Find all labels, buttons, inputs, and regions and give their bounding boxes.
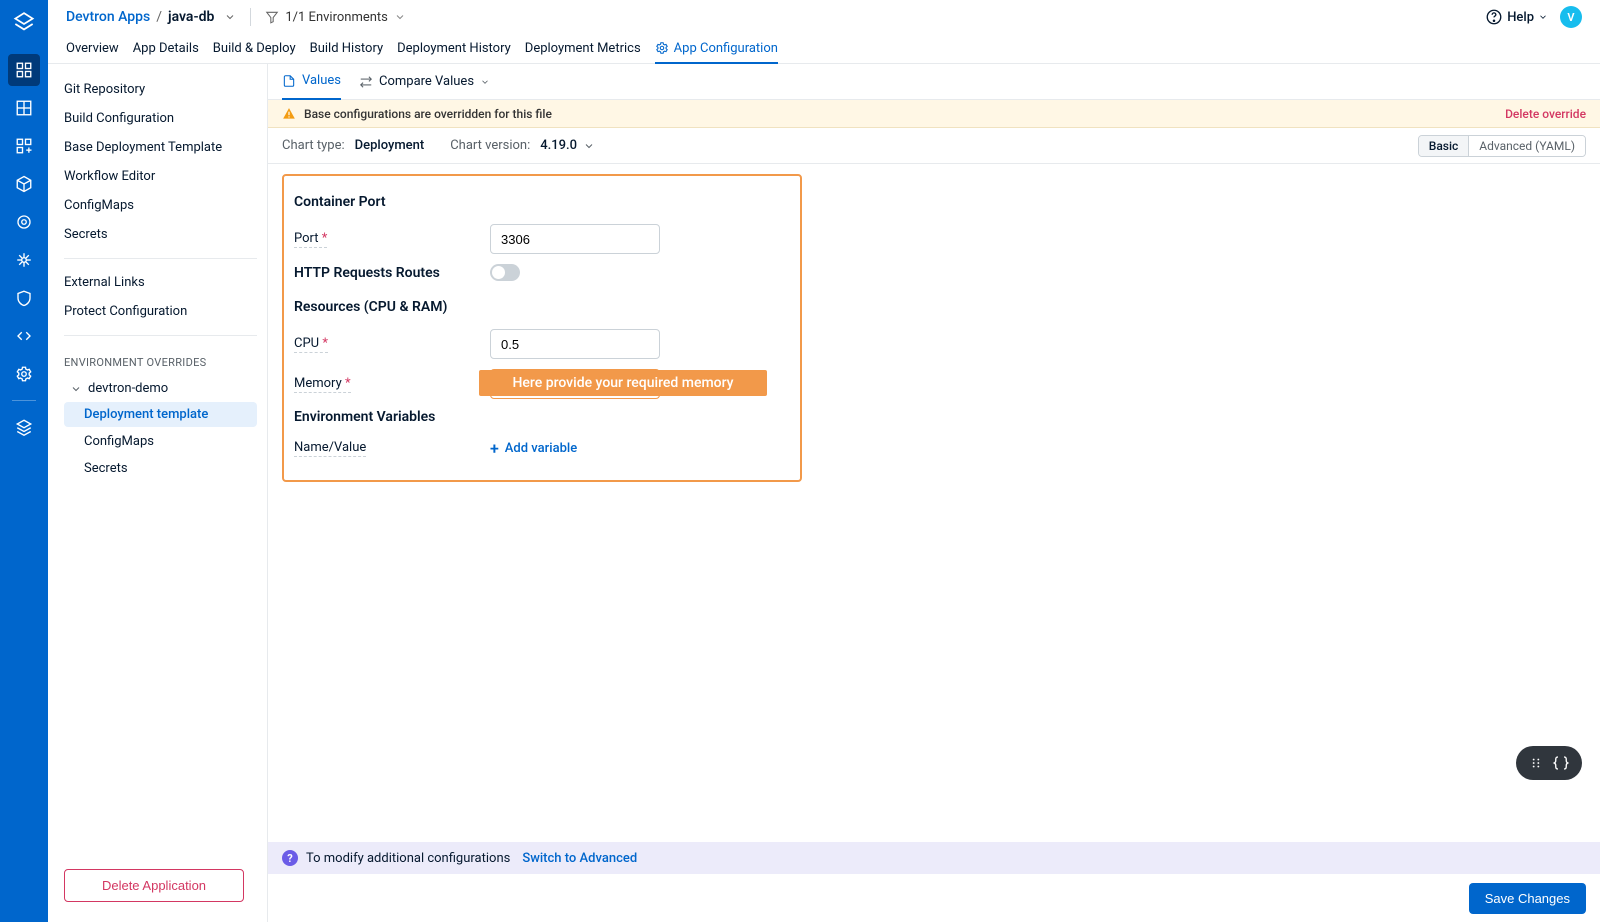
chevron-down-icon [1538,12,1548,22]
values-subtabs: Values Compare Values [268,64,1600,100]
drag-handle-icon [1529,756,1543,770]
config-sidebar: Git Repository Build Configuration Base … [48,64,268,922]
sidebar-item-external-links[interactable]: External Links [64,269,257,296]
sidebar-subitem-configmaps[interactable]: ConfigMaps [64,429,257,454]
cpu-label: CPU * [294,336,328,353]
info-banner: ? To modify additional configurations Sw… [268,842,1600,874]
port-input[interactable] [490,224,660,254]
sidebar-item-workflow[interactable]: Workflow Editor [64,163,257,190]
sidebar-subitem-deployment-template[interactable]: Deployment template [64,402,257,427]
chevron-down-icon [583,140,595,152]
content-pane: Values Compare Values Base configuration… [268,64,1600,922]
env-tree-node[interactable]: devtron-demo [64,377,257,400]
override-banner: Base configurations are overridden for t… [268,100,1600,128]
compare-icon [359,75,373,89]
chevron-down-icon [70,383,82,395]
devtron-logo[interactable] [10,10,38,38]
subtab-values[interactable]: Values [282,64,341,100]
warning-icon [282,107,296,121]
sidebar-item-base-template[interactable]: Base Deployment Template [64,134,257,161]
chevron-down-icon [394,11,406,23]
info-icon: ? [282,850,298,866]
segment-advanced[interactable]: Advanced (YAML) [1469,136,1585,156]
chart-version-dropdown[interactable]: 4.19.0 [540,138,595,153]
braces-icon [1552,754,1570,772]
tab-overview[interactable]: Overview [66,35,119,62]
http-routes-title: HTTP Requests Routes [294,265,440,281]
switch-to-advanced-link[interactable]: Switch to Advanced [522,851,637,866]
app-tabs: Overview App Details Build & Deploy Buil… [48,34,1600,64]
rail-shield-icon[interactable] [8,282,40,314]
port-label: Port * [294,231,327,248]
tab-build-history[interactable]: Build History [310,35,384,62]
cpu-input[interactable] [490,329,660,359]
rail-grid-icon[interactable] [8,92,40,124]
plus-icon: + [490,439,499,458]
avatar[interactable]: V [1560,6,1582,28]
tab-app-details[interactable]: App Details [133,35,199,62]
sidebar-item-protect[interactable]: Protect Configuration [64,298,257,325]
rail-code-icon[interactable] [8,320,40,352]
tab-deployment-metrics[interactable]: Deployment Metrics [525,35,641,62]
chart-toolbar: Chart type: Deployment Chart version: 4.… [268,128,1600,164]
app-picker-chevron-icon[interactable] [224,11,236,23]
breadcrumb: Devtron Apps / java-db [66,9,236,25]
rail-stack-icon[interactable] [8,411,40,443]
form-area: Container Port Port * HTTP Requests Rout… [268,164,1600,842]
tab-app-configuration[interactable]: App Configuration [655,35,778,64]
memory-label: Memory * [294,376,351,393]
rail-separator [12,400,36,401]
help-icon [1485,8,1503,26]
rail-target-icon[interactable] [8,206,40,238]
sidebar-subitem-secrets[interactable]: Secrets [64,456,257,481]
app-name: java-db [168,9,214,25]
sidebar-item-secrets[interactable]: Secrets [64,221,257,248]
gear-icon [655,41,669,55]
filter-icon [265,10,279,24]
tab-build-deploy[interactable]: Build & Deploy [213,35,296,62]
container-port-title: Container Port [294,194,790,210]
highlighted-form-box: Container Port Port * HTTP Requests Rout… [282,174,802,482]
chevron-down-icon [480,77,490,87]
add-variable-button[interactable]: + Add variable [490,439,577,458]
name-value-label: Name/Value [294,440,366,457]
tab-deployment-history[interactable]: Deployment History [397,35,511,62]
file-icon [282,74,296,88]
rail-helm-icon[interactable] [8,244,40,276]
footer-bar: Save Changes [268,874,1600,922]
sidebar-item-build-config[interactable]: Build Configuration [64,105,257,132]
env-overrides-heading: ENVIRONMENT OVERRIDES [64,346,257,375]
memory-callout: Here provide your required memory [479,370,767,396]
sidebar-item-configmaps[interactable]: ConfigMaps [64,192,257,219]
env-vars-title: Environment Variables [294,409,790,425]
delete-application-button[interactable]: Delete Application [64,869,244,902]
resources-title: Resources (CPU & RAM) [294,299,790,315]
floating-variables-pill[interactable] [1516,746,1582,780]
save-changes-button[interactable]: Save Changes [1469,883,1586,914]
environment-selector[interactable]: 1/1 Environments [265,10,406,25]
help-button[interactable]: Help [1485,8,1548,26]
rail-add-grid-icon[interactable] [8,130,40,162]
nav-rail [0,0,48,922]
delete-override-link[interactable]: Delete override [1505,107,1586,121]
rail-cube-icon[interactable] [8,168,40,200]
topbar: Devtron Apps / java-db 1/1 Environments … [48,0,1600,34]
subtab-compare[interactable]: Compare Values [359,64,490,100]
http-routes-toggle[interactable] [490,264,520,281]
app-group-link[interactable]: Devtron Apps [66,9,150,25]
sidebar-item-git[interactable]: Git Repository [64,76,257,103]
view-mode-segment: Basic Advanced (YAML) [1418,135,1586,157]
rail-apps-icon[interactable] [8,54,40,86]
segment-basic[interactable]: Basic [1419,136,1470,156]
rail-settings-icon[interactable] [8,358,40,390]
